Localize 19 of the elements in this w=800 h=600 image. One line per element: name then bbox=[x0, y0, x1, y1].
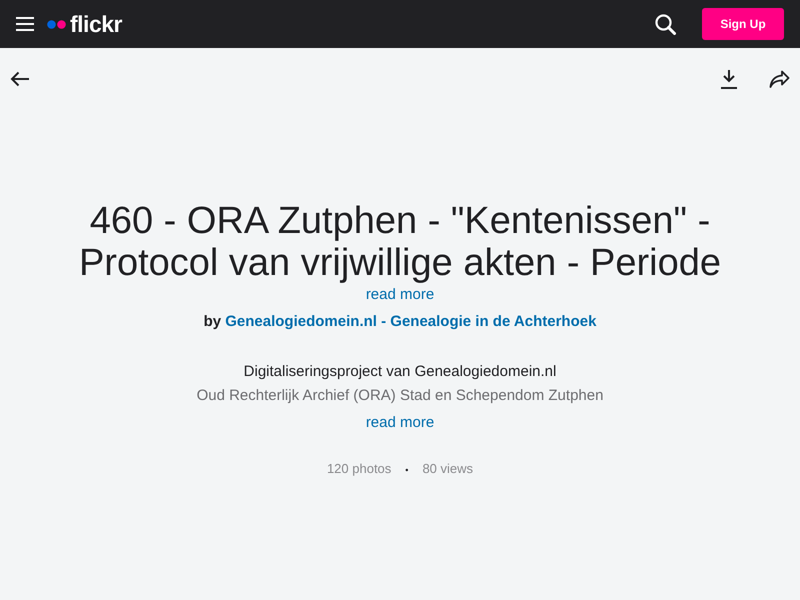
separator-dot: • bbox=[405, 464, 408, 477]
description-line: Oud Rechterlijk Archief (ORA) Stad en Schependom Zutphen bbox=[196, 386, 604, 406]
read-more-link[interactable]: read more bbox=[366, 286, 434, 303]
search-icon[interactable] bbox=[655, 14, 676, 34]
back-arrow-icon[interactable] bbox=[10, 71, 30, 87]
album-title-line: 460 - ORA Zutphen - "Kentenissen" - bbox=[90, 200, 710, 242]
dots-icon bbox=[47, 20, 66, 28]
by-label: by bbox=[204, 313, 222, 330]
menu-icon[interactable] bbox=[16, 17, 34, 31]
sign-up-button[interactable]: Sign Up bbox=[702, 8, 784, 40]
photo-count: 120 photos bbox=[326, 461, 392, 478]
album-title-line: Protocol van vrijwillige akten - Periode bbox=[78, 242, 722, 284]
download-icon[interactable] bbox=[720, 69, 738, 89]
owner-link[interactable]: Genealogiedomein.nl - Genealogie in de Achterhoek bbox=[225, 313, 596, 330]
read-more-link[interactable]: read more bbox=[366, 414, 434, 431]
share-icon[interactable] bbox=[769, 70, 790, 88]
view-count: 80 views bbox=[422, 461, 474, 478]
logo-text[interactable]: flickr bbox=[70, 10, 122, 38]
description-line: Digitaliseringsproject van Genealogiedomein.nl bbox=[244, 362, 556, 382]
